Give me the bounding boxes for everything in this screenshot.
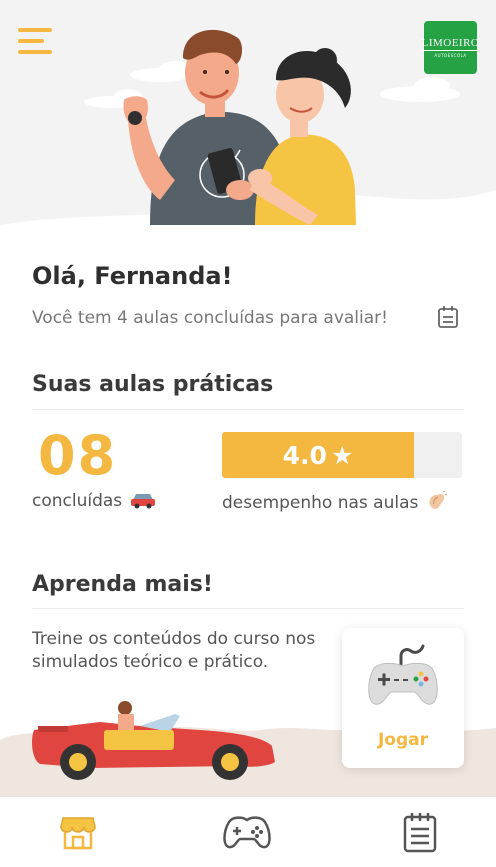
- star-icon: ★: [330, 440, 354, 470]
- divider: [32, 409, 464, 410]
- learn-description: Treine os conteúdos do curso nos simulad…: [32, 629, 316, 672]
- play-label: Jogar: [377, 730, 429, 750]
- gamepad-icon: [223, 816, 271, 849]
- calendar-icon[interactable]: [437, 305, 459, 329]
- clapping-hands-icon: [429, 490, 448, 509]
- rating-number: 4.0: [282, 440, 327, 470]
- greeting-title: Olá, Fernanda!: [32, 262, 233, 290]
- hamburger-line: [18, 50, 52, 54]
- performance-label: desempenho nas aulas: [222, 490, 448, 513]
- tab-games[interactable]: [207, 797, 287, 867]
- brand-logo: LIMOEIRO AUTOESCOLA: [421, 21, 480, 74]
- divider: [32, 608, 464, 609]
- logo-text: LIMOEIRO: [421, 37, 480, 51]
- menu-button[interactable]: [18, 26, 56, 56]
- notepad-icon: [403, 813, 437, 853]
- tab-store[interactable]: [38, 797, 118, 867]
- completed-label-text: concluídas: [32, 491, 123, 511]
- logo-subtext: AUTOESCOLA: [434, 53, 467, 58]
- performance-label-text: desempenho nas aulas: [222, 493, 419, 513]
- hamburger-menu-icon: [18, 28, 52, 32]
- section-title-practical: Suas aulas práticas: [32, 372, 274, 397]
- bottom-tab-bar: [0, 796, 496, 867]
- play-button[interactable]: Jogar: [342, 628, 464, 768]
- gamepad-icon: [368, 644, 438, 705]
- pending-reviews-text[interactable]: Você tem 4 aulas concluídas para avaliar…: [32, 308, 388, 328]
- hamburger-line: [18, 39, 44, 43]
- completed-lessons-count: 08: [38, 424, 118, 487]
- store-icon: [60, 817, 96, 850]
- rating-value: 4.0 ★: [222, 432, 414, 478]
- completed-lessons-label: concluídas: [32, 491, 156, 511]
- people-illustration: [0, 0, 496, 225]
- tab-notes[interactable]: [380, 797, 460, 867]
- hero-illustration: LIMOEIRO AUTOESCOLA: [0, 0, 496, 225]
- section-title-learn: Aprenda mais!: [32, 572, 213, 597]
- car-icon: [130, 494, 155, 509]
- performance-rating-bar: 4.0 ★: [222, 432, 462, 478]
